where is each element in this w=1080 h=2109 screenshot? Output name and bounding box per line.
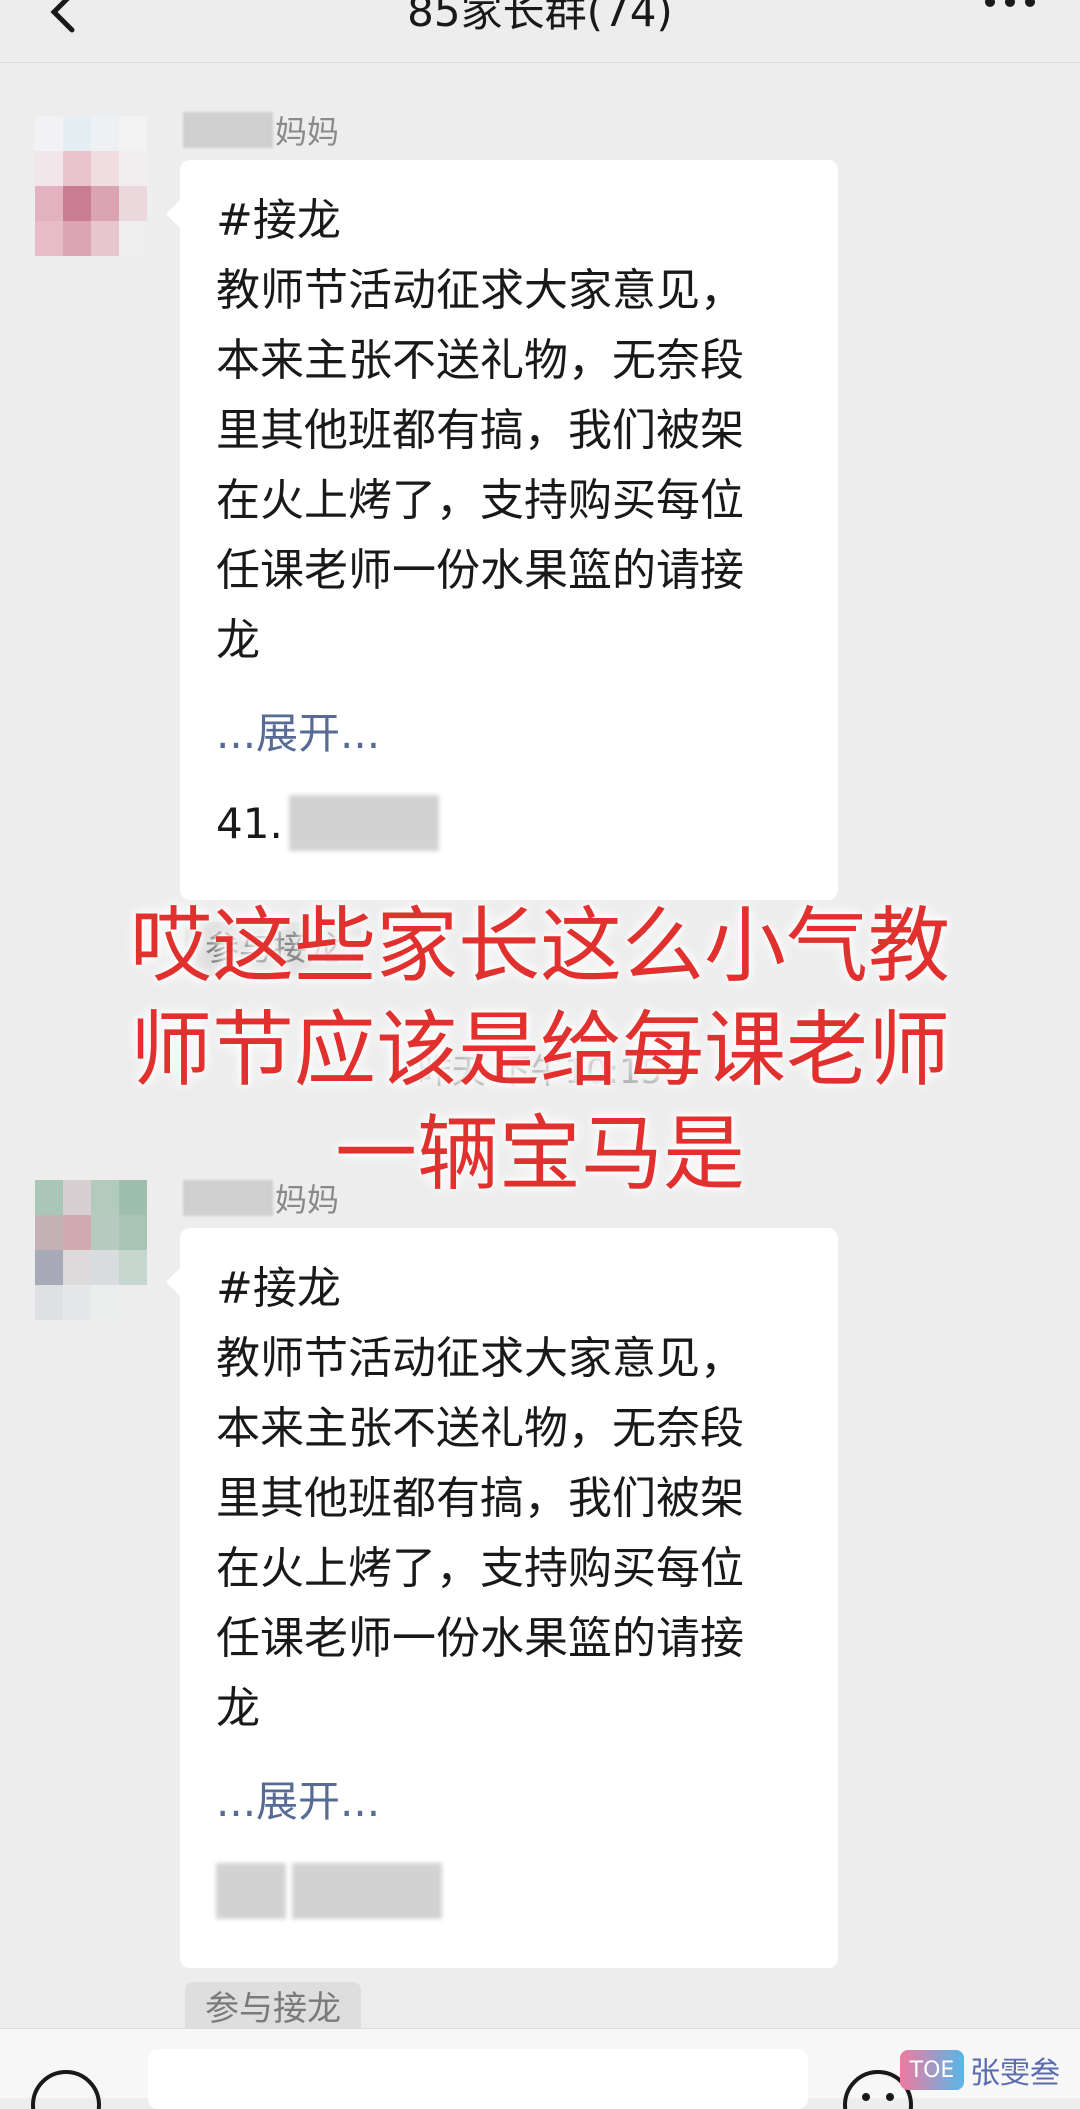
entry-number: 41. [216,798,283,848]
expand-link[interactable]: ...展开... [216,700,380,761]
entry-line [216,1863,442,1919]
voice-icon[interactable] [30,2069,102,2109]
chat-header: 85家长群(74) [0,0,1080,63]
watermark-logo: TOE [900,2050,964,2090]
chat-title: 85家长群(74) [407,0,673,36]
expand-link[interactable]: ...展开... [216,1768,380,1829]
message-bubble[interactable]: #接龙 教师节活动征求大家意见， 本来主张不送礼物，无奈段 里其他班都有搞，我们… [166,160,838,900]
sender-name: 妈妈 [183,110,340,151]
redacted-entry [288,795,439,851]
bubble-arrow [166,200,180,228]
redacted-name [183,112,273,148]
avatar[interactable] [35,116,147,256]
message-text: #接龙 教师节活动征求大家意见， 本来主张不送礼物，无奈段 里其他班都有搞，我们… [216,195,744,666]
redacted-entry [292,1863,442,1919]
overlay-caption: 哎这些家长这么小气教师节应该是给每课老师一辆宝马是 [129,899,950,1202]
watermark: TOE 张雯叁 [900,2048,1060,2092]
message-bubble[interactable]: #接龙 教师节活动征求大家意见， 本来主张不送礼物，无奈段 里其他班都有搞，我们… [166,1228,838,1968]
sender-suffix: 妈妈 [275,113,340,151]
watermark-text: 张雯叁 [970,2056,1060,2091]
bubble-arrow [166,1268,180,1296]
more-icon[interactable] [980,0,1040,26]
message-input[interactable] [148,2049,808,2109]
message-text: #接龙 教师节活动征求大家意见， 本来主张不送礼物，无奈段 里其他班都有搞，我们… [216,1263,744,1734]
input-bar: TOE 张雯叁 [0,2028,1080,2109]
entry-line: 41. [216,795,439,851]
redacted-entry [216,1863,286,1919]
